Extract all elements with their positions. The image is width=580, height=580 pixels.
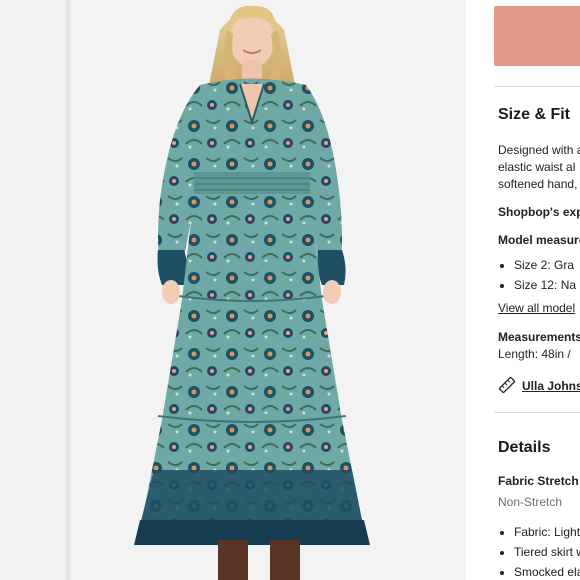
detail-bullet-text: Smocked ela [514, 565, 580, 579]
section-divider [494, 412, 580, 413]
view-all-model-link[interactable]: View all model [498, 300, 575, 317]
section-divider [494, 86, 580, 87]
detail-bullet-text: Fabric: Light [514, 525, 580, 539]
model-size-item: Size 12: Na [500, 278, 576, 292]
detail-bullet-text: Tiered skirt w [514, 545, 580, 559]
column-gutter [466, 0, 494, 580]
detail-bullet-item: Tiered skirt w [500, 545, 580, 559]
model-size-text: Size 2: Gra [514, 258, 575, 272]
add-to-bag-button[interactable] [494, 6, 580, 66]
bullet-icon [500, 283, 504, 288]
bullet-icon [500, 550, 504, 555]
size-fit-description-line: softened hand, [498, 177, 578, 191]
size-fit-heading: Size & Fit [498, 106, 571, 123]
size-fit-description-line: Designed with a [498, 143, 580, 157]
fabric-stretch-value: Non-Stretch [498, 495, 563, 509]
model-size-text: Size 12: Na [514, 278, 577, 292]
shopbop-expert-label: Shopbop's exp [498, 205, 580, 219]
thumbnail-strip[interactable] [0, 0, 68, 580]
detail-bullet-item: Fabric: Light [500, 525, 580, 539]
product-image[interactable] [70, 0, 466, 580]
ruler-icon [499, 377, 515, 393]
model-size-item: Size 2: Gra [500, 258, 574, 272]
bullet-icon [500, 263, 504, 268]
detail-bullet-item: Smocked ela [500, 565, 580, 579]
product-photo-illustration [70, 0, 466, 580]
details-heading: Details [498, 439, 551, 456]
length-measurement: Length: 48in / [498, 347, 571, 361]
bullet-icon [500, 530, 504, 535]
size-fit-description-line: elastic waist al [498, 160, 576, 174]
product-info-panel: Size & Fit Designed with a elastic waist… [494, 0, 580, 580]
brand-size-guide-link[interactable]: Ulla Johns [522, 378, 580, 395]
measurements-label: Measurements [498, 330, 580, 344]
model-measurements-label: Model measure [498, 233, 580, 247]
bullet-icon [500, 570, 504, 575]
fabric-stretch-label: Fabric Stretch [498, 474, 579, 488]
